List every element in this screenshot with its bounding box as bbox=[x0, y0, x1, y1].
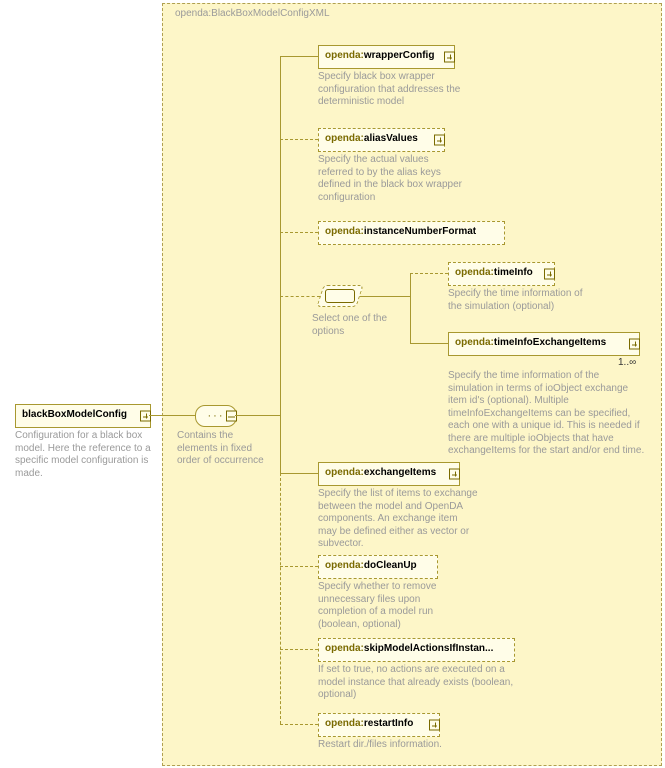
node-wrapperConfig[interactable]: openda:wrapperConfig bbox=[318, 45, 455, 69]
expand-icon[interactable] bbox=[629, 339, 640, 350]
connector bbox=[280, 473, 318, 474]
desc-aliasValues: Specify the actual values referred to by… bbox=[318, 154, 463, 204]
desc-timeInfo: Specify the time information of the simu… bbox=[448, 288, 588, 313]
connector bbox=[280, 724, 318, 726]
connector bbox=[280, 566, 318, 568]
node-timeInfo[interactable]: openda:timeInfo bbox=[448, 262, 555, 286]
desc-restartInfo: Restart dir./files information. bbox=[318, 739, 468, 752]
connector bbox=[235, 415, 280, 416]
node-aliasValues[interactable]: openda:aliasValues bbox=[318, 128, 445, 152]
connector bbox=[280, 473, 282, 724]
node-instanceNumberFormat[interactable]: openda:instanceNumberFormat bbox=[318, 221, 505, 245]
node-label: blackBoxModelConfig bbox=[22, 409, 127, 420]
type-label: openda:BlackBoxModelConfigXML bbox=[175, 8, 330, 19]
desc-exchangeItems: Specify the list of items to exchange be… bbox=[318, 488, 478, 551]
connector bbox=[280, 139, 318, 141]
node-skipModelActions[interactable]: openda:skipModelActionsIfInstan... bbox=[318, 638, 515, 662]
root-description: Configuration for a black box model. Her… bbox=[15, 430, 155, 480]
choice-compositor[interactable] bbox=[320, 285, 360, 307]
sequence-compositor[interactable]: ··· bbox=[195, 405, 237, 427]
node-exchangeItems[interactable]: openda:exchangeItems bbox=[318, 462, 460, 486]
connector bbox=[410, 273, 448, 275]
expand-icon[interactable] bbox=[140, 411, 151, 422]
occurrence-label: 1..∞ bbox=[618, 357, 636, 368]
connector bbox=[280, 296, 320, 298]
node-blackBoxModelConfig[interactable]: blackBoxModelConfig bbox=[15, 404, 151, 428]
expand-icon[interactable] bbox=[449, 469, 460, 480]
desc-doCleanUp: Specify whether to remove unnecessary fi… bbox=[318, 581, 468, 631]
connector bbox=[410, 343, 448, 344]
expand-icon[interactable] bbox=[429, 720, 440, 731]
desc-timeInfoExchangeItems: Specify the time information of the simu… bbox=[448, 370, 646, 458]
node-doCleanUp[interactable]: openda:doCleanUp bbox=[318, 555, 438, 579]
expand-icon[interactable] bbox=[444, 52, 455, 63]
node-restartInfo[interactable]: openda:restartInfo bbox=[318, 713, 440, 737]
connector bbox=[280, 56, 318, 57]
connector bbox=[280, 232, 318, 234]
expand-icon[interactable] bbox=[544, 269, 555, 280]
sequence-description: Contains the elements in fixed order of … bbox=[177, 430, 272, 468]
choice-description: Select one of the options bbox=[312, 313, 422, 338]
connector bbox=[280, 56, 281, 473]
node-timeInfoExchangeItems[interactable]: openda:timeInfoExchangeItems bbox=[448, 332, 640, 356]
desc-skipModelActions: If set to true, no actions are executed … bbox=[318, 664, 518, 702]
connector bbox=[410, 273, 411, 343]
desc-wrapperConfig: Specify black box wrapper configuration … bbox=[318, 71, 463, 109]
connector bbox=[280, 649, 318, 651]
expand-icon[interactable] bbox=[434, 135, 445, 146]
connector bbox=[149, 415, 195, 416]
expand-icon[interactable] bbox=[226, 411, 237, 422]
connector bbox=[360, 296, 410, 297]
